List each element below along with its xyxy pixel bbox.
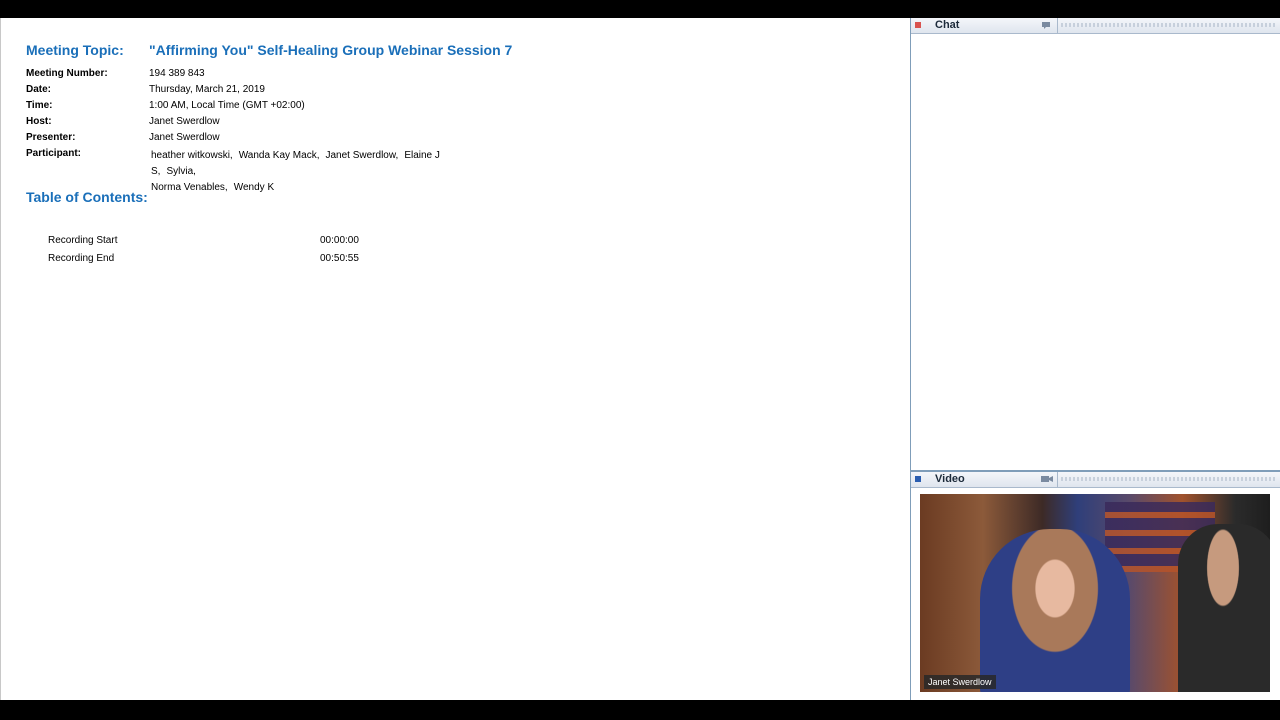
toc-entry-label[interactable]: Recording End — [48, 253, 114, 264]
recording-info-panel: Meeting Topic: "Affirming You" Self-Heal… — [0, 18, 910, 700]
chat-panel: Chat — [910, 18, 1280, 470]
speech-bubble-icon — [1041, 21, 1051, 32]
header-divider — [1057, 18, 1058, 33]
host-label: Host: — [26, 116, 52, 127]
toc-title: Table of Contents: — [26, 189, 148, 205]
meeting-time: 1:00 AM, Local Time (GMT +02:00) — [149, 100, 305, 111]
video-panel-title: Video — [935, 473, 965, 485]
participant-label: Participant: — [26, 148, 82, 159]
time-label: Time: — [26, 100, 53, 111]
video-feed: Janet Swerdlow — [920, 494, 1270, 692]
meeting-date: Thursday, March 21, 2019 — [149, 84, 265, 95]
meeting-topic: "Affirming You" Self-Healing Group Webin… — [149, 42, 513, 58]
participant-name: Wanda Kay Mack, — [238, 150, 320, 161]
chat-status-dot — [915, 22, 921, 28]
presenter-figure — [980, 529, 1130, 692]
header-divider — [1057, 472, 1058, 487]
participant-name: Sylvia, — [166, 166, 196, 177]
participant-list: heather witkowski, Wanda Kay Mack, Janet S… — [151, 148, 491, 196]
presenter-label: Presenter: — [26, 132, 76, 143]
panel-grip[interactable] — [1061, 477, 1276, 481]
video-panel-header[interactable]: Video — [911, 472, 1280, 488]
toc-entry-time: 00:00:00 — [320, 235, 359, 246]
participant-name: Norma Venables, — [151, 182, 228, 193]
meeting-topic-label: Meeting Topic: — [26, 42, 124, 58]
panel-grip[interactable] — [1061, 23, 1276, 27]
video-camera-icon — [1041, 475, 1053, 485]
chat-panel-header[interactable]: Chat — [911, 18, 1280, 34]
video-status-dot — [915, 476, 921, 482]
speaker-name-tag: Janet Swerdlow — [924, 675, 996, 689]
video-panel: Video Janet Swerdlow — [910, 470, 1280, 700]
participant-name: Wendy K — [233, 182, 275, 193]
presenter-name: Janet Swerdlow — [149, 132, 220, 143]
meeting-number: 194 389 843 — [149, 68, 205, 79]
participant-name: heather witkowski, — [151, 150, 233, 161]
participant-name: Janet Swerdlow, — [325, 150, 399, 161]
toc-entry-time: 00:50:55 — [320, 253, 359, 264]
chat-panel-title: Chat — [935, 19, 960, 31]
date-label: Date: — [26, 84, 52, 95]
toc-entry-label[interactable]: Recording Start — [48, 235, 117, 246]
host-name: Janet Swerdlow — [149, 116, 220, 127]
meeting-number-label: Meeting Number: — [26, 68, 108, 79]
participant-figure — [1178, 524, 1270, 692]
